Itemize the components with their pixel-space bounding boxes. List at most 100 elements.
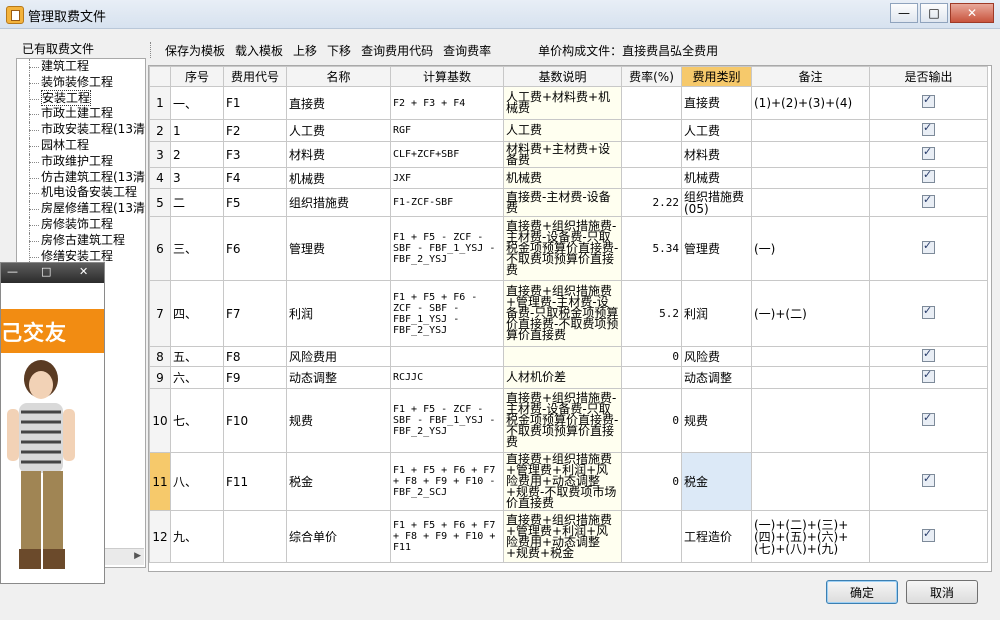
- col-rate-cell[interactable]: 0: [621, 452, 682, 511]
- col-code-cell[interactable]: F7: [223, 280, 287, 347]
- col-code-cell[interactable]: F1: [223, 86, 287, 120]
- ad-minimize-icon[interactable]: —: [7, 265, 18, 278]
- col-name-cell[interactable]: 直接费: [286, 86, 391, 120]
- col-base-cell[interactable]: F1 + F5 - ZCF - SBF - FBF_1_YSJ - FBF_2_…: [390, 388, 504, 453]
- row-number-cell[interactable]: 1: [149, 86, 171, 120]
- col-seq-header[interactable]: 序号: [170, 66, 224, 87]
- col-note-cell[interactable]: [751, 346, 870, 367]
- minimize-button[interactable]: —: [890, 3, 918, 23]
- col-note-cell[interactable]: [751, 141, 870, 168]
- col-name-cell[interactable]: 人工费: [286, 119, 391, 142]
- col-name-cell[interactable]: 动态调整: [286, 366, 391, 389]
- col-seq-cell[interactable]: 一、: [170, 86, 224, 120]
- col-name-cell[interactable]: 组织措施费: [286, 188, 391, 217]
- ok-button[interactable]: 确定: [826, 580, 898, 604]
- close-button[interactable]: ✕: [950, 3, 994, 23]
- output-checkbox[interactable]: [922, 121, 935, 136]
- output-checkbox[interactable]: [922, 193, 935, 208]
- col-category-cell[interactable]: 材料费: [681, 141, 752, 168]
- col-base-cell[interactable]: F1 + F5 + F6 + F7 + F8 + F9 + F10 + F11: [390, 510, 504, 563]
- col-code-cell[interactable]: F11: [223, 452, 287, 511]
- col-rate-cell[interactable]: [621, 167, 682, 189]
- col-desc-cell[interactable]: [503, 346, 622, 367]
- tree-item[interactable]: 仿古建筑工程(13清: [17, 169, 145, 186]
- output-checkbox[interactable]: [922, 368, 935, 383]
- col-desc-cell[interactable]: 直接费+组织措施费+管理费+利润+风险费用+动态调整+规费-不取费项市场价直接费: [503, 452, 622, 511]
- tree-item[interactable]: 装饰装修工程: [17, 74, 145, 91]
- cancel-button[interactable]: 取消: [906, 580, 978, 604]
- table-row[interactable]: 1 一、 F1 直接费 F2 + F3 + F4 人工费+材料费+机械费 直接费 (1)+(2…: [149, 86, 988, 120]
- col-desc-cell[interactable]: 机械费: [503, 167, 622, 189]
- col-desc-cell[interactable]: 直接费+组织措施费+管理费+利润+风险费用+动态调整+规费+税金: [503, 510, 622, 563]
- col-name-cell[interactable]: 税金: [286, 452, 391, 511]
- col-seq-cell[interactable]: 三、: [170, 216, 224, 281]
- output-checkbox[interactable]: [922, 472, 935, 487]
- scroll-right-icon[interactable]: ▶: [134, 551, 141, 561]
- col-code-cell[interactable]: [223, 510, 287, 563]
- col-base-cell[interactable]: RGF: [390, 119, 504, 142]
- col-rate-cell[interactable]: [621, 119, 682, 142]
- col-base-cell[interactable]: F1 + F5 + F6 - ZCF - SBF - FBF_1_YSJ - F…: [390, 280, 504, 347]
- col-code-header[interactable]: 费用代号: [223, 66, 287, 87]
- col-name-cell[interactable]: 利润: [286, 280, 391, 347]
- col-note-cell[interactable]: [751, 366, 870, 389]
- output-checkbox[interactable]: [922, 527, 935, 542]
- col-base-header[interactable]: 计算基数: [390, 66, 504, 87]
- col-desc-cell[interactable]: 直接费+组织措施费+管理费-主材费-设备费-只取税金项预算价直接费-不取费项预算…: [503, 280, 622, 347]
- col-note-cell[interactable]: [751, 167, 870, 189]
- row-number-cell[interactable]: 3: [149, 141, 171, 168]
- tree-item[interactable]: 机电设备安装工程: [17, 185, 145, 201]
- col-seq-cell[interactable]: 八、: [170, 452, 224, 511]
- col-category-header[interactable]: 费用类别: [681, 66, 752, 87]
- col-base-cell[interactable]: [390, 346, 504, 367]
- col-rate-cell[interactable]: [621, 366, 682, 389]
- col-category-cell[interactable]: 工程造价: [681, 510, 752, 563]
- output-checkbox[interactable]: [922, 239, 935, 254]
- col-code-cell[interactable]: F4: [223, 167, 287, 189]
- col-base-cell[interactable]: F1 + F5 + F6 + F7 + F8 + F9 + F10 - FBF_…: [390, 452, 504, 511]
- table-row[interactable]: 3 2 F3 材料费 CLF+ZCF+SBF 材料费+主材费+设备费 材料费: [149, 141, 988, 168]
- col-desc-header[interactable]: 基数说明: [503, 66, 622, 87]
- col-rate-cell[interactable]: 5.2: [621, 280, 682, 347]
- col-desc-cell[interactable]: 材料费+主材费+设备费: [503, 141, 622, 168]
- row-number-cell[interactable]: 7: [149, 280, 171, 347]
- col-note-cell[interactable]: [751, 452, 870, 511]
- col-desc-cell[interactable]: 人材机价差: [503, 366, 622, 389]
- col-code-cell[interactable]: F2: [223, 119, 287, 142]
- col-rate-cell[interactable]: [621, 141, 682, 168]
- col-note-cell[interactable]: (一)+(二)+(三)+(四)+(五)+(六)+(七)+(八)+(九): [751, 510, 870, 563]
- table-row[interactable]: 9 六、 F9 动态调整 RCJJC 人材机价差 动态调整: [149, 366, 988, 389]
- row-number-cell[interactable]: 11: [149, 452, 171, 511]
- col-seq-cell[interactable]: 九、: [170, 510, 224, 563]
- col-desc-cell[interactable]: 直接费-主材费-设备费: [503, 188, 622, 217]
- row-number-cell[interactable]: 12: [149, 510, 171, 563]
- floating-ad-window[interactable]: — □ ✕ 己交友: [0, 262, 105, 584]
- col-note-header[interactable]: 备注: [751, 66, 870, 87]
- output-checkbox[interactable]: [922, 411, 935, 426]
- col-category-cell[interactable]: 税金: [681, 452, 752, 511]
- col-desc-cell[interactable]: 直接费+组织措施费-主材费-设备费-只取税金项预算价直接费-不取费项预算价直接费: [503, 388, 622, 453]
- col-code-cell[interactable]: F6: [223, 216, 287, 281]
- col-rate-header[interactable]: 费率(%): [621, 66, 682, 87]
- tree-item[interactable]: 市政安装工程(13清: [17, 122, 145, 138]
- table-row[interactable]: 7 四、 F7 利润 F1 + F5 + F6 - ZCF - SBF - FBF_1_…: [149, 280, 988, 347]
- col-name-cell[interactable]: 材料费: [286, 141, 391, 168]
- col-rate-cell[interactable]: 5.34: [621, 216, 682, 281]
- col-base-cell[interactable]: JXF: [390, 167, 504, 189]
- row-number-cell[interactable]: 9: [149, 366, 171, 389]
- col-category-cell[interactable]: 利润: [681, 280, 752, 347]
- col-name-cell[interactable]: 风险费用: [286, 346, 391, 367]
- col-rate-cell[interactable]: 0: [621, 388, 682, 453]
- col-name-cell[interactable]: 综合单价: [286, 510, 391, 563]
- table-row[interactable]: 11 八、 F11 税金 F1 + F5 + F6 + F7 + F8 + F9 + F…: [149, 452, 988, 511]
- col-category-cell[interactable]: 直接费: [681, 86, 752, 120]
- col-code-cell[interactable]: F8: [223, 346, 287, 367]
- col-code-cell[interactable]: F5: [223, 188, 287, 217]
- row-number-cell[interactable]: 5: [149, 188, 171, 217]
- col-seq-cell[interactable]: 六、: [170, 366, 224, 389]
- col-note-cell[interactable]: (一)+(二): [751, 280, 870, 347]
- col-base-cell[interactable]: F1 + F5 - ZCF - SBF - FBF_1_YSJ - FBF_2_…: [390, 216, 504, 281]
- load-template-button[interactable]: 载入模板: [230, 42, 288, 59]
- col-base-cell[interactable]: RCJJC: [390, 366, 504, 389]
- tree-item[interactable]: 安装工程: [17, 89, 145, 107]
